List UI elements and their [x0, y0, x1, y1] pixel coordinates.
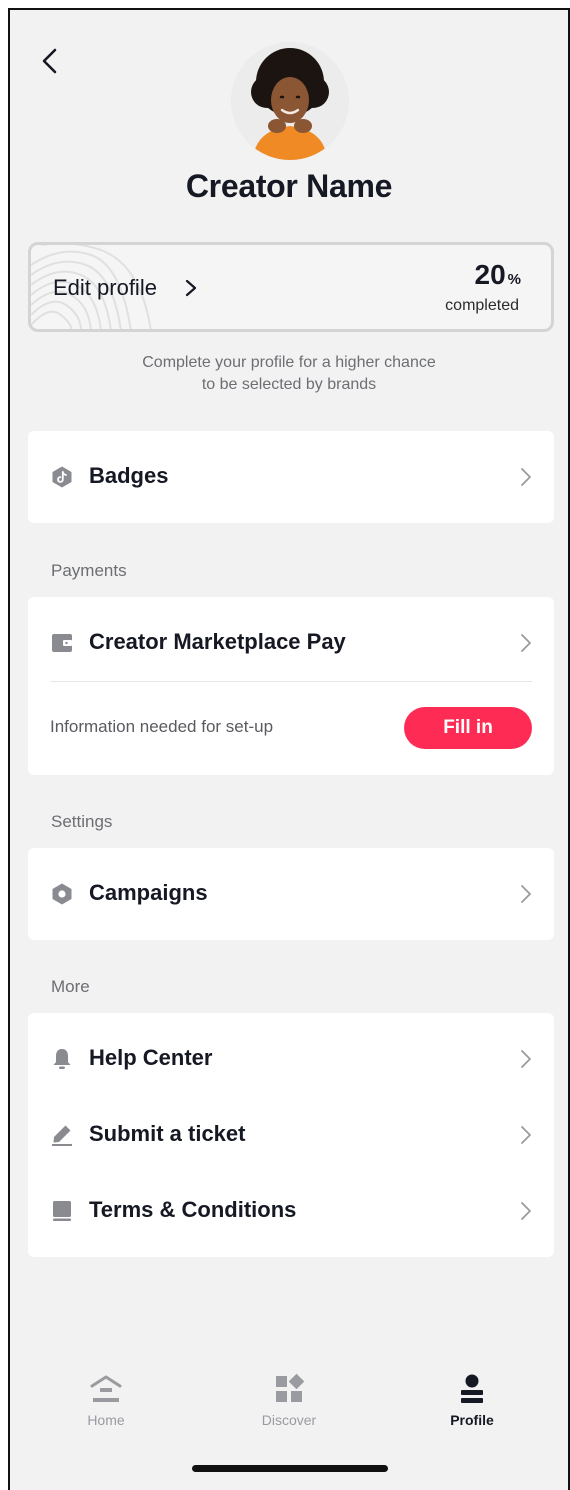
- edit-profile-label: Edit profile: [53, 275, 157, 300]
- home-icon: [90, 1375, 122, 1402]
- completion-label: completed: [445, 297, 519, 314]
- helper-line-1: Complete your profile for a higher chanc…: [142, 354, 436, 371]
- avatar[interactable]: [231, 42, 349, 160]
- fill-in-button[interactable]: Fill in: [404, 707, 532, 749]
- creator-name: Creator Name: [185, 168, 393, 204]
- payment-setup-info: Information needed for set-up: [50, 717, 274, 736]
- bottom-tab-bar: Home Discover Profile: [10, 1372, 568, 1442]
- chevron-right-icon: [521, 468, 531, 486]
- bell-icon: [53, 1049, 71, 1069]
- more-section-title: More: [51, 977, 90, 996]
- submit-ticket-row[interactable]: Submit a ticket: [28, 1097, 554, 1173]
- tab-home[interactable]: Home: [46, 1372, 166, 1442]
- profile-icon: [461, 1374, 483, 1403]
- badges-label: Badges: [89, 463, 169, 488]
- help-center-row[interactable]: Help Center: [28, 1021, 554, 1097]
- campaigns-icon: [52, 883, 72, 905]
- helper-line-2: to be selected by brands: [201, 376, 377, 393]
- submit-ticket-label: Submit a ticket: [89, 1121, 246, 1146]
- chevron-right-icon: [185, 279, 197, 297]
- tab-profile-label: Profile: [450, 1412, 494, 1428]
- tab-discover[interactable]: Discover: [229, 1372, 349, 1442]
- completion-percentage: 20%: [475, 259, 522, 291]
- chevron-right-icon: [521, 885, 531, 903]
- home-indicator: [192, 1465, 388, 1472]
- help-center-label: Help Center: [89, 1045, 213, 1070]
- payments-section-title: Payments: [51, 561, 127, 580]
- chevron-right-icon: [521, 1126, 531, 1144]
- avatar-image: [231, 42, 349, 160]
- campaigns-row[interactable]: Campaigns: [28, 856, 554, 932]
- badges-card: Badges: [28, 431, 554, 523]
- edit-profile-card[interactable]: Edit profile 20% completed: [28, 242, 554, 332]
- book-icon: [53, 1201, 71, 1221]
- completion-value: 20: [474, 259, 506, 290]
- phone-screen: Creator Name Edit profile 20% completed …: [8, 8, 570, 1490]
- discover-icon: [276, 1373, 305, 1402]
- settings-section-title: Settings: [51, 812, 113, 831]
- settings-card: Campaigns: [28, 848, 554, 940]
- more-card: Help Center Submit a ticket Terms & Cond…: [28, 1013, 554, 1257]
- tab-home-label: Home: [87, 1412, 125, 1428]
- creator-marketplace-pay-row[interactable]: Creator Marketplace Pay: [28, 605, 554, 681]
- tab-profile[interactable]: Profile: [412, 1372, 532, 1442]
- wallet-icon: [52, 634, 72, 652]
- terms-label: Terms & Conditions: [89, 1197, 297, 1222]
- badges-row[interactable]: Badges: [28, 439, 554, 515]
- chevron-right-icon: [521, 634, 531, 652]
- chevron-right-icon: [521, 1050, 531, 1068]
- pencil-icon: [52, 1125, 72, 1146]
- percent-sign: %: [507, 271, 521, 288]
- payments-card: Creator Marketplace Pay Information need…: [28, 597, 554, 775]
- divider: [50, 681, 532, 682]
- chevron-right-icon: [521, 1202, 531, 1220]
- terms-row[interactable]: Terms & Conditions: [28, 1173, 554, 1249]
- back-arrow-icon[interactable]: [36, 46, 66, 76]
- profile-helper-text: Complete your profile for a higher chanc…: [10, 352, 568, 396]
- creator-marketplace-pay-label: Creator Marketplace Pay: [89, 629, 346, 654]
- tab-discover-label: Discover: [261, 1412, 317, 1428]
- badge-icon: [52, 466, 72, 488]
- campaigns-label: Campaigns: [89, 880, 208, 905]
